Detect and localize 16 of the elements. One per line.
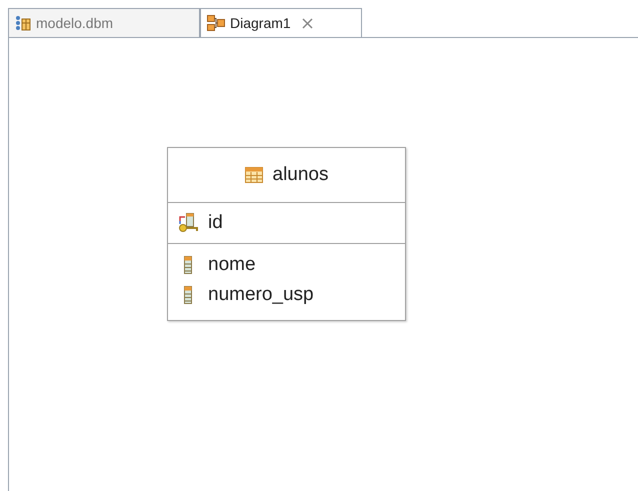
diagram-icon bbox=[207, 15, 225, 31]
table-icon bbox=[244, 167, 262, 183]
column-icon bbox=[184, 286, 192, 304]
column-icon bbox=[184, 256, 192, 274]
column-name: id bbox=[208, 210, 223, 235]
close-icon[interactable] bbox=[302, 18, 313, 28]
editor-tab[interactable]: Diagram1 bbox=[200, 8, 362, 37]
table-name: alunos bbox=[272, 162, 328, 187]
column-name: numero_usp bbox=[208, 282, 314, 307]
database-model-icon bbox=[15, 15, 31, 31]
table-node[interactable]: alunos id nome numero_usp bbox=[167, 147, 406, 321]
tab-label: Diagram1 bbox=[230, 14, 291, 33]
key-column-icon bbox=[178, 213, 198, 233]
editor-tab[interactable]: modelo.dbm bbox=[8, 8, 200, 37]
column-name: nome bbox=[208, 252, 256, 277]
tab-label: modelo.dbm bbox=[36, 14, 114, 32]
